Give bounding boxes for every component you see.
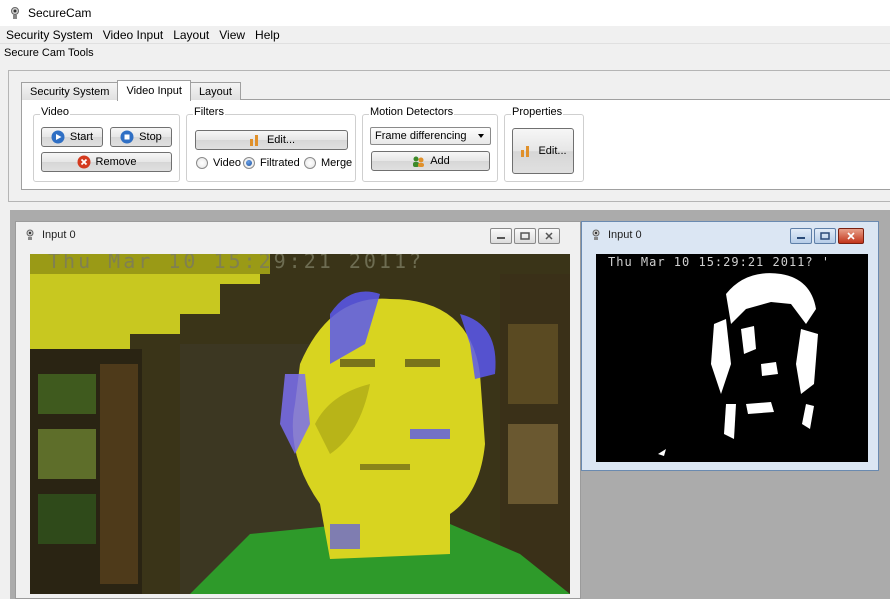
stop-label: Stop	[139, 131, 162, 143]
camera-feed: Thu Mar 10 15:29:21 2011?	[30, 254, 570, 594]
tab-security-system[interactable]: Security System	[21, 82, 119, 100]
motion-overlay-text: Thu Mar 10 15:29:21 2011? '	[608, 255, 830, 269]
chevron-down-icon	[478, 134, 484, 138]
minimize-button[interactable]	[490, 228, 512, 244]
motion-detector-select[interactable]: Frame differencing	[370, 127, 491, 145]
menu-help[interactable]: Help	[251, 28, 286, 42]
tab-video-input[interactable]: Video Input	[117, 80, 191, 101]
menu-view[interactable]: View	[215, 28, 251, 42]
left-edge	[0, 210, 10, 599]
radio-merge[interactable]: Merge	[304, 157, 352, 169]
maximize-icon	[520, 232, 530, 240]
toolbar-title: Secure Cam Tools	[4, 47, 94, 59]
close-button[interactable]	[838, 228, 864, 244]
radio-filtrated[interactable]: Filtrated	[243, 157, 300, 169]
motion-window-title: Input 0	[608, 229, 642, 241]
minimize-icon	[497, 237, 505, 239]
maximize-icon	[820, 232, 830, 240]
filters-edit-label: Edit...	[266, 134, 296, 146]
tab-bar: Security System Video Input Layout	[21, 80, 241, 101]
start-label: Start	[69, 131, 94, 143]
stop-button[interactable]: Stop	[110, 127, 172, 147]
motion-window-controls	[788, 228, 864, 244]
stop-icon	[120, 130, 134, 144]
motion-feed: Thu Mar 10 15:29:21 2011? '	[596, 254, 868, 462]
close-button[interactable]	[538, 228, 560, 244]
remove-icon	[77, 155, 91, 169]
minimize-icon	[797, 237, 805, 239]
toolbar-header: Secure Cam Tools	[0, 44, 890, 62]
close-icon	[545, 232, 553, 240]
add-detector-button[interactable]: Add	[371, 151, 490, 171]
maximize-button[interactable]	[814, 228, 836, 244]
properties-edit-label: Edit...	[538, 145, 567, 157]
menu-layout[interactable]: Layout	[169, 28, 215, 42]
add-users-icon	[413, 156, 425, 167]
maximize-button[interactable]	[514, 228, 536, 244]
camera-window-title: Input 0	[42, 229, 76, 241]
radio-video-dot	[196, 157, 208, 169]
properties-edit-button[interactable]: Edit...	[512, 128, 574, 174]
menu-video-input[interactable]: Video Input	[99, 28, 170, 42]
motion-group-title: Motion Detectors	[369, 106, 455, 118]
tab-layout[interactable]: Layout	[189, 82, 241, 100]
motion-window[interactable]: Input 0 Thu Mar 10 15:29:21 2011? '	[581, 221, 879, 471]
camera-window-controls	[488, 228, 560, 244]
radio-merge-dot	[304, 157, 316, 169]
start-button[interactable]: Start	[41, 127, 103, 147]
camera-window[interactable]: Input 0 Thu Mar 10 15:29:21 2011?	[15, 221, 581, 599]
window-title: SecureCam	[28, 6, 92, 20]
play-icon	[51, 130, 65, 144]
tools-icon	[521, 146, 530, 157]
camera-icon	[11, 7, 19, 19]
menu-security-system[interactable]: Security System	[2, 28, 99, 42]
filters-group-title: Filters	[193, 106, 225, 118]
motion-group: Motion Detectors	[362, 106, 498, 182]
radio-merge-label: Merge	[321, 157, 353, 169]
close-icon	[847, 232, 855, 240]
radio-video-label: Video	[213, 157, 241, 169]
add-detector-label: Add	[430, 155, 450, 167]
motion-detector-value: Frame differencing	[375, 130, 467, 142]
video-group-title: Video	[40, 106, 70, 118]
camera-icon	[592, 229, 600, 240]
remove-label: Remove	[95, 156, 137, 168]
minimize-button[interactable]	[790, 228, 812, 244]
camera-icon	[26, 229, 34, 240]
title-bar: SecureCam	[0, 0, 890, 26]
radio-video[interactable]: Video	[196, 157, 241, 169]
remove-button[interactable]: Remove	[41, 152, 172, 172]
radio-filtrated-label: Filtrated	[260, 157, 300, 169]
radio-filtrated-dot	[243, 157, 255, 169]
camera-overlay-text: Thu Mar 10 15:29:21 2011?	[48, 254, 424, 273]
menu-bar: Security System Video Input Layout View …	[0, 26, 890, 44]
properties-group-title: Properties	[511, 106, 564, 118]
tools-icon	[249, 135, 258, 146]
filters-edit-button[interactable]: Edit...	[195, 130, 348, 150]
